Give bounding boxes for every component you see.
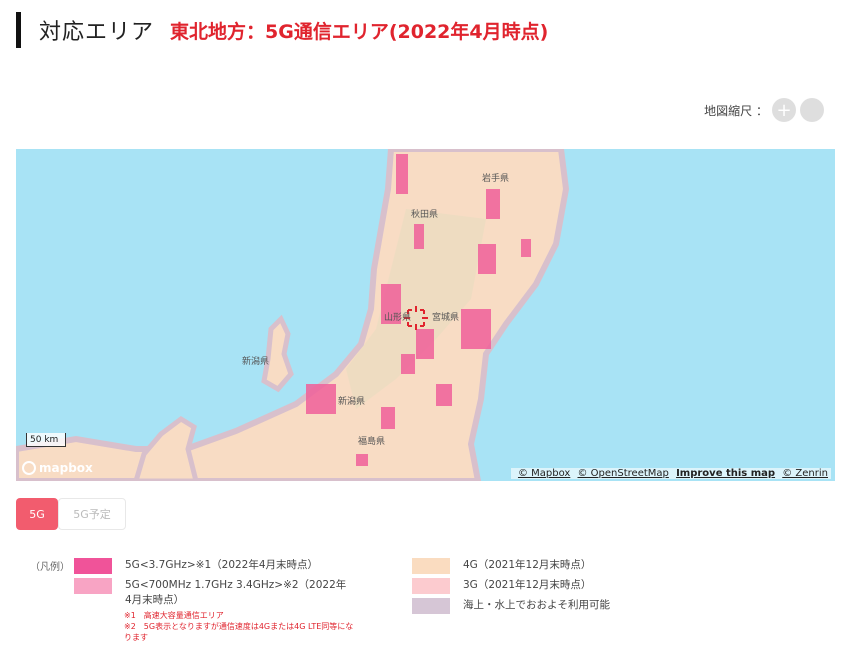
attrib-osm-link[interactable]: © OpenStreetMap [578, 468, 669, 479]
coverage-map[interactable]: 岩手県 秋田県 山形県 宮城県 新潟県 新潟県 福島県 50 km mapbox… [16, 149, 835, 481]
zoom-label: 地図縮尺 ： [704, 103, 768, 118]
legend-text: 4G（2021年12月末時点） [463, 559, 592, 571]
legend-item-5g-other: 5G<700MHz 1.7GHz 3.4GHz>※2（2022年4月末時点） [74, 578, 364, 608]
legend-swatch [412, 598, 450, 614]
pref-label-iwate: 岩手県 [482, 174, 510, 184]
legend-item-4g: 4G（2021年12月末時点） [412, 558, 672, 574]
legend-text: 海上・水上でおおよそ利用可能 [463, 599, 610, 611]
legend-text: 5G<3.7GHz>※1（2022年4月末時点） [125, 559, 319, 571]
mapbox-logo-text: mapbox [39, 461, 93, 475]
land-noto [133, 415, 199, 481]
page-title: 対応エリア [39, 20, 155, 45]
tab-5g[interactable]: 5G [16, 498, 58, 530]
zoom-in-button[interactable]: + [772, 98, 796, 122]
legend-item-3g: 3G（2021年12月末時点） [412, 578, 672, 594]
mapbox-logo[interactable]: mapbox [22, 461, 93, 475]
pref-label-miyagi: 宮城県 [432, 313, 460, 323]
legend-item-sea: 海上・水上でおおよそ利用可能 [412, 598, 672, 614]
legend-swatch [412, 558, 450, 574]
attrib-mapbox-link[interactable]: © Mapbox [518, 468, 570, 479]
legend-text: 3G（2021年12月末時点） [463, 579, 592, 591]
zoom-out-button[interactable] [800, 98, 824, 122]
title-accent-bar [16, 12, 21, 48]
pref-label-fukushima: 福島県 [358, 437, 386, 447]
attrib-zenrin-link[interactable]: © Zenrin [782, 468, 828, 479]
coverage-tabs: 5G 5G予定 [16, 498, 126, 530]
map-attribution: © Mapbox © OpenStreetMap Improve this ma… [510, 468, 831, 479]
pref-label-yamagata: 山形県 [384, 313, 412, 323]
legend-text: 5G<700MHz 1.7GHz 3.4GHz>※2（2022年4月末時点） [125, 579, 347, 606]
legend-swatch [74, 578, 112, 594]
page-subtitle: 東北地方：5G通信エリア(2022年4月時点) [170, 20, 549, 43]
tab-5g-planned[interactable]: 5G予定 [58, 498, 126, 530]
attrib-improve-link[interactable]: Improve this map [676, 468, 775, 479]
mapbox-logo-icon [22, 461, 36, 475]
legend-label: （凡例） [30, 562, 70, 573]
pref-label-niigata: 新潟県 [338, 397, 366, 407]
legend-note-2: ※2 5G表示となりますが通信速度は4Gまたは4G LTE同等になります [124, 622, 354, 642]
legend-item-5g-37ghz: 5G<3.7GHz>※1（2022年4月末時点） [74, 558, 364, 574]
legend-note-1: ※1 高速大容量通信エリア [124, 611, 224, 620]
legend-swatch [412, 578, 450, 594]
zoom-controls: 地図縮尺 ： + [704, 98, 824, 122]
map-scale: 50 km [26, 433, 66, 447]
map-canvas [16, 149, 570, 481]
page-header: 対応エリア 東北地方：5G通信エリア(2022年4月時点) [16, 12, 548, 48]
pref-label-niigata-sado: 新潟県 [242, 357, 270, 367]
legend-swatch [74, 558, 112, 574]
pref-label-akita: 秋田県 [411, 210, 439, 220]
